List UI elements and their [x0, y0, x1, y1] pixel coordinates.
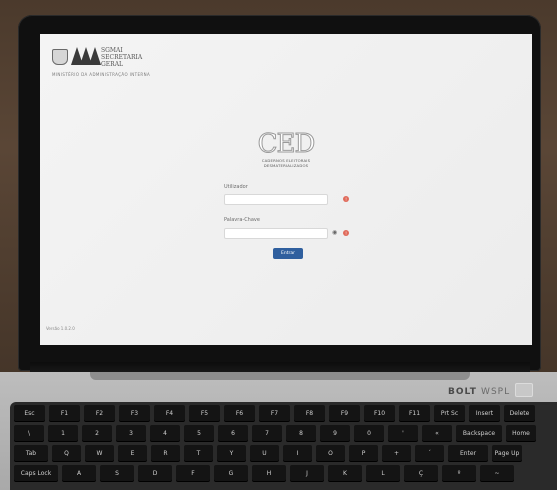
password-label: Palavra-Chave	[224, 217, 260, 223]
ced-logo: CED	[257, 129, 316, 160]
key[interactable]: R	[151, 445, 180, 461]
ced-subtitle-line-2: DESMATERIALIZADOS	[263, 163, 309, 168]
version-label: Versão 1.0.2.0	[46, 326, 75, 331]
key[interactable]: Q	[52, 445, 81, 461]
key[interactable]: Backspace	[456, 425, 502, 441]
org-line-2: SECRETARIA	[101, 54, 143, 61]
keyboard-row-numbers: \ 1 2 3 4 5 6 7 8 9 0 ' «Backspace Home	[14, 425, 536, 441]
key[interactable]: H	[252, 465, 286, 481]
key[interactable]: ~	[480, 465, 514, 481]
key[interactable]: «	[422, 425, 452, 441]
power-button[interactable]	[515, 383, 533, 397]
key[interactable]: D	[138, 465, 172, 481]
key[interactable]: I	[283, 445, 312, 461]
key[interactable]: 2	[82, 425, 112, 441]
key[interactable]: W	[85, 445, 114, 461]
password-field-wrapper	[224, 228, 328, 248]
password-input[interactable]	[225, 238, 327, 248]
keyboard-row-home: Caps Lock A S D F G H J K L Çº ~	[14, 465, 514, 481]
key[interactable]: Page Up	[492, 445, 522, 461]
key[interactable]: 4	[150, 425, 180, 441]
key[interactable]: \	[14, 425, 44, 441]
key[interactable]: F10	[364, 405, 395, 421]
key[interactable]: 7	[252, 425, 282, 441]
key[interactable]: Tab	[14, 445, 48, 461]
eye-icon[interactable]: ◉	[332, 230, 337, 236]
key[interactable]: F2	[84, 405, 115, 421]
username-input[interactable]	[225, 204, 327, 214]
username-field-wrapper	[224, 194, 328, 214]
key[interactable]: F4	[154, 405, 185, 421]
key[interactable]: P	[349, 445, 378, 461]
brand-thin: WSPL	[481, 387, 511, 397]
key[interactable]: Enter	[448, 445, 488, 461]
key[interactable]: F3	[119, 405, 150, 421]
key[interactable]: K	[328, 465, 362, 481]
key[interactable]: S	[100, 465, 134, 481]
key[interactable]: '	[388, 425, 418, 441]
key[interactable]: Caps Lock	[14, 465, 58, 481]
mai-mark-icon	[71, 47, 101, 65]
key[interactable]: F8	[294, 405, 325, 421]
org-name: SGMAI SECRETARIA GERAL	[101, 47, 142, 68]
key[interactable]: Ç	[404, 465, 438, 481]
key[interactable]: A	[62, 465, 96, 481]
coat-of-arms-icon	[52, 49, 68, 65]
org-line-3: GERAL	[101, 61, 124, 68]
key[interactable]: Insert	[469, 405, 500, 421]
org-logo: SGMAI SECRETARIA GERAL	[52, 47, 142, 68]
login-button[interactable]: Entrar	[273, 248, 303, 259]
key[interactable]: Home	[506, 425, 536, 441]
key[interactable]: F5	[189, 405, 220, 421]
username-label: Utilizador	[224, 184, 248, 190]
key[interactable]: Delete	[504, 405, 535, 421]
key[interactable]: +	[382, 445, 411, 461]
key[interactable]: F7	[259, 405, 290, 421]
key[interactable]: 3	[116, 425, 146, 441]
key[interactable]: F	[176, 465, 210, 481]
key[interactable]: F6	[224, 405, 255, 421]
brand-bold: BOLT	[448, 387, 477, 397]
key[interactable]: F1	[49, 405, 80, 421]
keyboard-row-function: Esc F1 F2 F3 F4 F5 F6 F7 F8 F9 F10 F11 Prt Sc Insert D…	[14, 405, 535, 421]
screen: SGMAI SECRETARIA GERAL MINISTÉRIO DA ADM…	[40, 34, 532, 345]
key[interactable]: Prt Sc	[434, 405, 465, 421]
key[interactable]: Y	[217, 445, 246, 461]
key[interactable]: T	[184, 445, 213, 461]
keyboard-row-qwerty: Tab Q W E R T Y U I O P + ´ Enter Page Up	[14, 445, 522, 461]
key[interactable]: 9	[320, 425, 350, 441]
key[interactable]: 8	[286, 425, 316, 441]
key[interactable]: 1	[48, 425, 78, 441]
key[interactable]: L	[366, 465, 400, 481]
key[interactable]: U	[250, 445, 279, 461]
key[interactable]: F11	[399, 405, 430, 421]
key[interactable]: E	[118, 445, 147, 461]
key[interactable]: J	[290, 465, 324, 481]
key[interactable]: º	[442, 465, 476, 481]
laptop-brand: BOLT WSPL	[448, 387, 510, 397]
key[interactable]: Esc	[14, 405, 45, 421]
laptop-base-lip	[90, 372, 470, 380]
keyboard: Esc F1 F2 F3 F4 F5 F6 F7 F8 F9 F10 F11 Prt Sc Insert D…	[10, 402, 557, 490]
username-alert-icon: !	[343, 196, 349, 202]
password-alert-icon: !	[343, 230, 349, 236]
key[interactable]: 6	[218, 425, 248, 441]
key[interactable]: 0	[354, 425, 384, 441]
key[interactable]: ´	[415, 445, 444, 461]
key[interactable]: G	[214, 465, 248, 481]
key[interactable]: O	[316, 445, 345, 461]
org-line-1: SGMAI	[101, 47, 123, 54]
key[interactable]: 5	[184, 425, 214, 441]
ministry-name: MINISTÉRIO DA ADMINISTRAÇÃO INTERNA	[52, 72, 151, 77]
key[interactable]: F9	[329, 405, 360, 421]
ced-subtitle: CADERNOS ELEITORAIS DESMATERIALIZADOS	[254, 158, 318, 168]
